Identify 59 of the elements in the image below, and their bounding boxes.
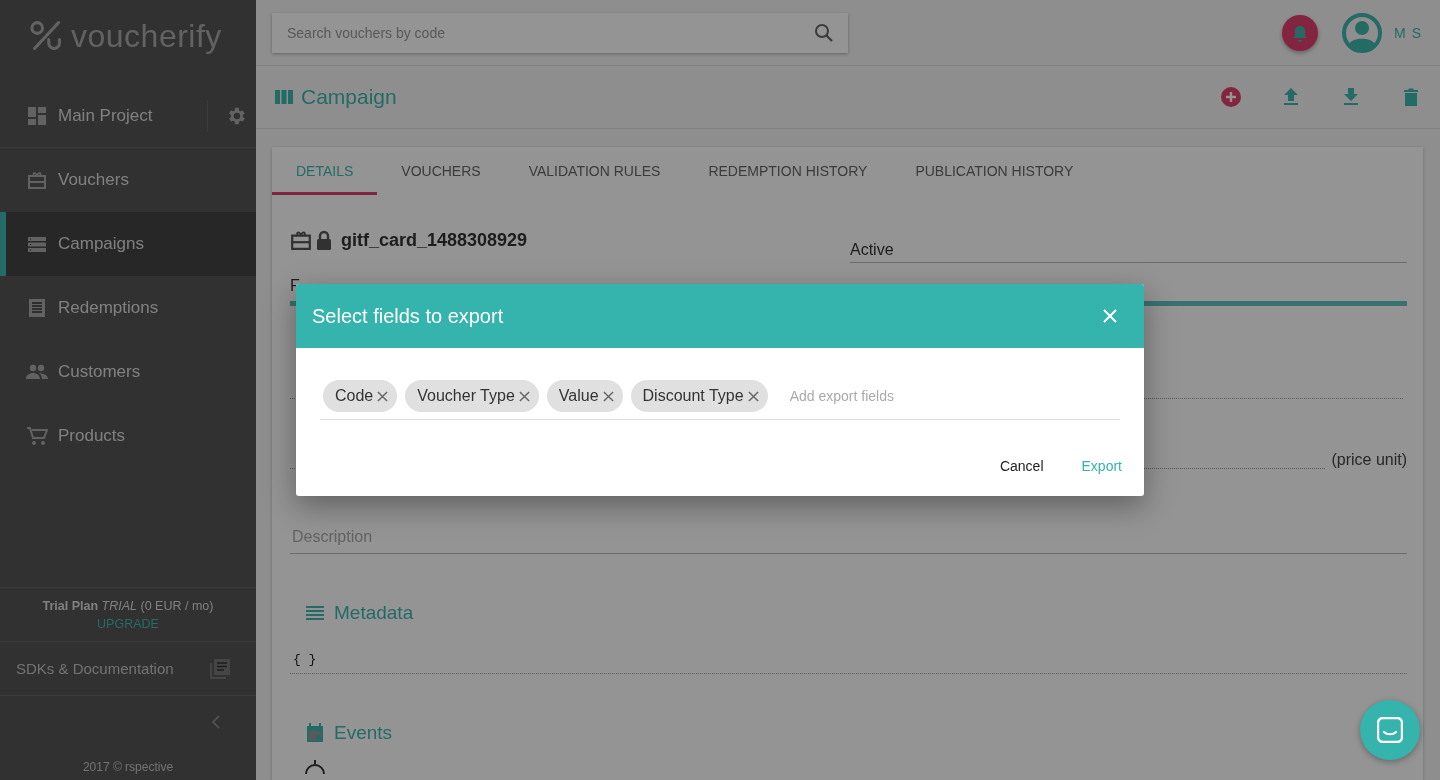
remove-icon[interactable] <box>377 390 389 402</box>
search-icon <box>814 22 834 43</box>
search-field[interactable]: Search vouchers by code <box>272 12 848 53</box>
nav-item[interactable]: Customers <box>0 340 256 404</box>
add-field-input[interactable]: Add export fields <box>787 387 1120 405</box>
metadata-field[interactable]: { } <box>290 652 1407 674</box>
people-icon <box>26 364 48 380</box>
field-chip: Discount Type <box>630 380 768 412</box>
dashboard-icon <box>26 105 48 126</box>
export-button[interactable]: Export <box>1067 450 1136 482</box>
chat-icon <box>1377 717 1403 743</box>
library-icon <box>209 657 231 680</box>
unit-label: (price unit) <box>1331 451 1407 469</box>
nav-item[interactable]: Vouchers <box>0 148 256 212</box>
section-title: Metadata <box>334 602 414 624</box>
nav-item[interactable]: Redemptions <box>0 276 256 340</box>
plan-info: Trial Plan TRIAL (0 EUR / mo) <box>42 598 214 613</box>
nav-item[interactable]: Campaigns <box>0 212 256 276</box>
user-initials: M S <box>1394 24 1422 41</box>
close-icon <box>1103 309 1117 323</box>
remove-icon[interactable] <box>518 390 530 402</box>
gift-card-icon <box>26 170 48 190</box>
remove-icon[interactable] <box>602 390 614 402</box>
campaign-name: gitf_card_1488308929 <box>341 229 528 251</box>
receipt-icon <box>26 298 48 318</box>
tab[interactable]: VOUCHERS <box>377 147 505 195</box>
columns-icon <box>275 90 293 104</box>
plus-circle-icon <box>1221 87 1241 107</box>
cart-icon <box>26 426 48 446</box>
nav-item[interactable]: Products <box>0 404 256 468</box>
download-icon <box>1343 88 1359 106</box>
dialog-title: Select fields to export <box>312 304 504 328</box>
field-chip: Code <box>323 380 398 412</box>
field-chip: Voucher Type <box>405 380 539 412</box>
tab[interactable]: VALIDATION RULES <box>504 147 685 195</box>
docs-link[interactable]: SDKs & Documentation <box>16 660 174 677</box>
chevron-left-icon <box>211 715 221 729</box>
project-link[interactable]: Main Project <box>0 84 207 147</box>
tab[interactable]: REDEMPTION HISTORY <box>684 147 892 195</box>
lock-icon <box>316 230 332 250</box>
tab[interactable]: DETAILS <box>272 147 378 195</box>
tab[interactable]: PUBLICATION HISTORY <box>891 147 1098 195</box>
notifications-button[interactable] <box>1282 14 1319 51</box>
section-title: Events <box>334 722 393 744</box>
lines-icon <box>306 606 324 620</box>
add-button[interactable] <box>1220 86 1242 108</box>
remove-icon[interactable] <box>747 390 759 402</box>
avatar-icon[interactable] <box>1342 12 1383 53</box>
upgrade-link[interactable]: UPGRADE <box>97 616 159 631</box>
calendar-icon <box>306 723 324 743</box>
gift-card-icon <box>290 229 312 251</box>
cancel-button[interactable]: Cancel <box>985 450 1058 482</box>
upload-icon <box>1283 88 1299 106</box>
field-chip: Value <box>546 380 623 412</box>
trash-icon <box>1404 88 1418 106</box>
list-icon <box>26 234 48 254</box>
page-title: Campaign <box>301 85 397 109</box>
copyright-text: 2017 © rspective <box>82 759 174 776</box>
status-field[interactable]: Active <box>850 229 1407 263</box>
